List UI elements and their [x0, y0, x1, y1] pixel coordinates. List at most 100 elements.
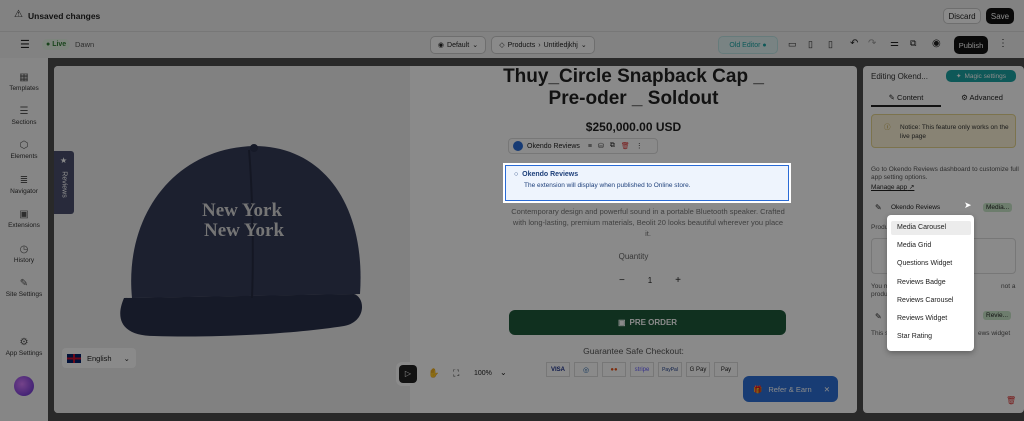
reviews-side-tab[interactable]: ★ Reviews: [54, 151, 74, 214]
tab-content[interactable]: ✎ Content: [871, 93, 941, 107]
dropdown-item-star-rating[interactable]: Star Rating: [891, 330, 971, 344]
code-icon[interactable]: ⧉: [910, 38, 916, 49]
manage-app-link[interactable]: Manage app ↗: [871, 183, 914, 191]
refer-earn-button[interactable]: 🎁 Refer & Earn ✕: [743, 376, 838, 402]
redo-icon[interactable]: ↷: [868, 38, 876, 49]
template-select[interactable]: ◉ Default ⌄: [430, 36, 486, 54]
manage-app-label: Manage app: [871, 184, 908, 191]
drag-icon[interactable]: ≡: [588, 143, 592, 150]
sections-icon: ☰: [19, 106, 29, 117]
info-text: Go to Okendo Reviews dashboard to custom…: [871, 166, 1019, 181]
zoom-value[interactable]: 100%: [474, 370, 492, 377]
select-tool-icon[interactable]: ▷: [399, 365, 417, 383]
qty-value[interactable]: 1: [648, 276, 652, 285]
sidebar-item-label: History: [13, 257, 35, 264]
delete-icon[interactable]: 🗑: [621, 142, 630, 150]
pencil-icon: ✎: [888, 93, 895, 102]
page-label: Products: [507, 41, 536, 49]
edit2-icon[interactable]: ✎: [875, 312, 882, 321]
mobile-icon[interactable]: ▯: [828, 39, 833, 50]
preorder-button[interactable]: ▣ PRE ORDER: [509, 310, 786, 335]
more-icon[interactable]: ⋮: [998, 38, 1008, 49]
language-selector[interactable]: English ⌄: [62, 348, 136, 368]
preview-icon[interactable]: ◉: [932, 38, 941, 49]
close-icon[interactable]: ✕: [824, 385, 830, 394]
navigator-icon: ≣: [19, 175, 29, 186]
sidebar-item-label: Extensions: [8, 222, 40, 229]
publish-button[interactable]: Publish: [954, 36, 988, 54]
sidebar-item-sections[interactable]: ☰ Sections: [0, 106, 48, 126]
qty-minus-button[interactable]: −: [619, 275, 625, 286]
site-settings-icon: ✎: [19, 278, 29, 289]
sidebar-item-templates[interactable]: ▦ Templates: [0, 72, 48, 92]
produ2-text: produ: [871, 291, 888, 298]
menu-icon[interactable]: ☰: [20, 38, 30, 51]
hand-tool-icon[interactable]: ✋: [428, 368, 439, 379]
dropdown-item-media-carousel[interactable]: Media Carousel: [891, 221, 971, 235]
dropdown-item-reviews-carousel[interactable]: Reviews Carousel: [891, 294, 971, 308]
row2-badge[interactable]: Revie...: [983, 311, 1012, 320]
canvas-tools: ▷ ✋ ⛶ 100% ⌄: [396, 362, 516, 386]
dropdown-item-questions-widget[interactable]: Questions Widget: [891, 257, 971, 271]
visa-icon: VISA: [546, 362, 570, 377]
dropdown-item-reviews-badge[interactable]: Reviews Badge: [891, 276, 971, 290]
sidebar-item-history[interactable]: ◷ History: [0, 244, 48, 264]
editor-canvas: New York New York ★ Reviews Thuy_Circle …: [54, 66, 857, 413]
product-description: Contemporary design and powerful sound i…: [511, 207, 785, 238]
sidebar-item-app-settings[interactable]: ⚙ App Settings: [0, 337, 48, 357]
widget-text: ews widget: [978, 330, 1011, 337]
page-select[interactable]: ◇ Products › Untitledjkhj ⌄: [491, 36, 595, 54]
refer-label: Refer & Earn: [768, 384, 812, 394]
live-label: Live: [52, 41, 67, 48]
okendo-highlight[interactable]: ○ Okendo Reviews The extension will disp…: [503, 163, 791, 203]
notice-icon: ⓘ: [884, 124, 891, 131]
old-editor-toggle[interactable]: Old Editor ●: [718, 36, 778, 54]
guarantee-label: Guarantee Safe Checkout:: [583, 346, 684, 356]
qty-plus-button[interactable]: +: [675, 275, 681, 286]
panel-title: Editing Okend...: [871, 72, 928, 81]
star-icon: ★: [60, 156, 68, 165]
duplicate-icon[interactable]: ⧉: [610, 142, 615, 150]
left-sidebar: ▦ Templates ☰ Sections ⬡ Elements ≣ Navigato…: [0, 58, 48, 421]
live-badge: ● Live: [42, 39, 71, 50]
radio-icon: ○: [514, 171, 519, 178]
magic-settings-button[interactable]: ✦ Magic settings: [946, 70, 1016, 82]
magic-icon: ✦: [956, 73, 962, 80]
tab-advanced[interactable]: ⚙ Advanced: [947, 93, 1017, 107]
tab-content-label: Content: [897, 93, 924, 102]
zoom-chevron-icon[interactable]: ⌄: [500, 368, 507, 377]
desktop-icon[interactable]: ▭: [788, 39, 797, 50]
gear-icon: ⚙: [961, 93, 968, 102]
trash-icon[interactable]: 🗑: [1006, 396, 1016, 405]
fit-icon[interactable]: ⛶: [453, 368, 459, 379]
sidebar-item-label: Navigator: [10, 188, 38, 195]
sidebar-item-site-settings[interactable]: ✎ Site Settings: [0, 278, 48, 298]
quantity-stepper: − 1 +: [619, 271, 681, 289]
produ-text: Produ: [871, 224, 889, 231]
editor-toolbar: ☰ ● Live Dawn ◉ Default ⌄ ◇ Products › Unt…: [0, 32, 1024, 58]
notice-box: ⓘ Notice: This feature only works on the…: [871, 114, 1016, 148]
gift-icon: 🎁: [753, 384, 763, 394]
warning-icon: ⚠: [14, 9, 23, 20]
discard-button[interactable]: Discard: [943, 8, 981, 24]
dropdown-item-reviews-widget[interactable]: Reviews Widget: [891, 312, 971, 326]
row1-badge[interactable]: Media...: [983, 203, 1013, 212]
settings-icon[interactable]: ⚌: [890, 38, 899, 49]
avatar[interactable]: [14, 376, 34, 396]
tablet-icon[interactable]: ▯: [808, 39, 813, 50]
undo-icon[interactable]: ↶: [850, 38, 858, 49]
product-title-line-1: Thuy_Circle Snapback Cap _: [503, 66, 764, 87]
sidebar-item-elements[interactable]: ⬡ Elements: [0, 140, 48, 160]
paypal-icon: PayPal: [658, 362, 682, 377]
sidebar-item-navigator[interactable]: ≣ Navigator: [0, 175, 48, 195]
row1-label: Okendo Reviews: [891, 204, 941, 211]
more-options-icon[interactable]: ⋮: [636, 142, 643, 150]
okendo-highlight-title: Okendo Reviews: [522, 171, 579, 178]
sidebar-item-extensions[interactable]: ▣ Extensions: [0, 209, 48, 229]
dropdown-item-media-grid[interactable]: Media Grid: [891, 239, 971, 253]
okendo-highlight-title-row: ○ Okendo Reviews: [514, 171, 780, 178]
edit-icon[interactable]: ✎: [875, 203, 882, 212]
save-button[interactable]: Save: [986, 8, 1014, 24]
elements-icon: ⬡: [19, 140, 29, 151]
save-element-icon[interactable]: ⛁: [598, 142, 604, 150]
